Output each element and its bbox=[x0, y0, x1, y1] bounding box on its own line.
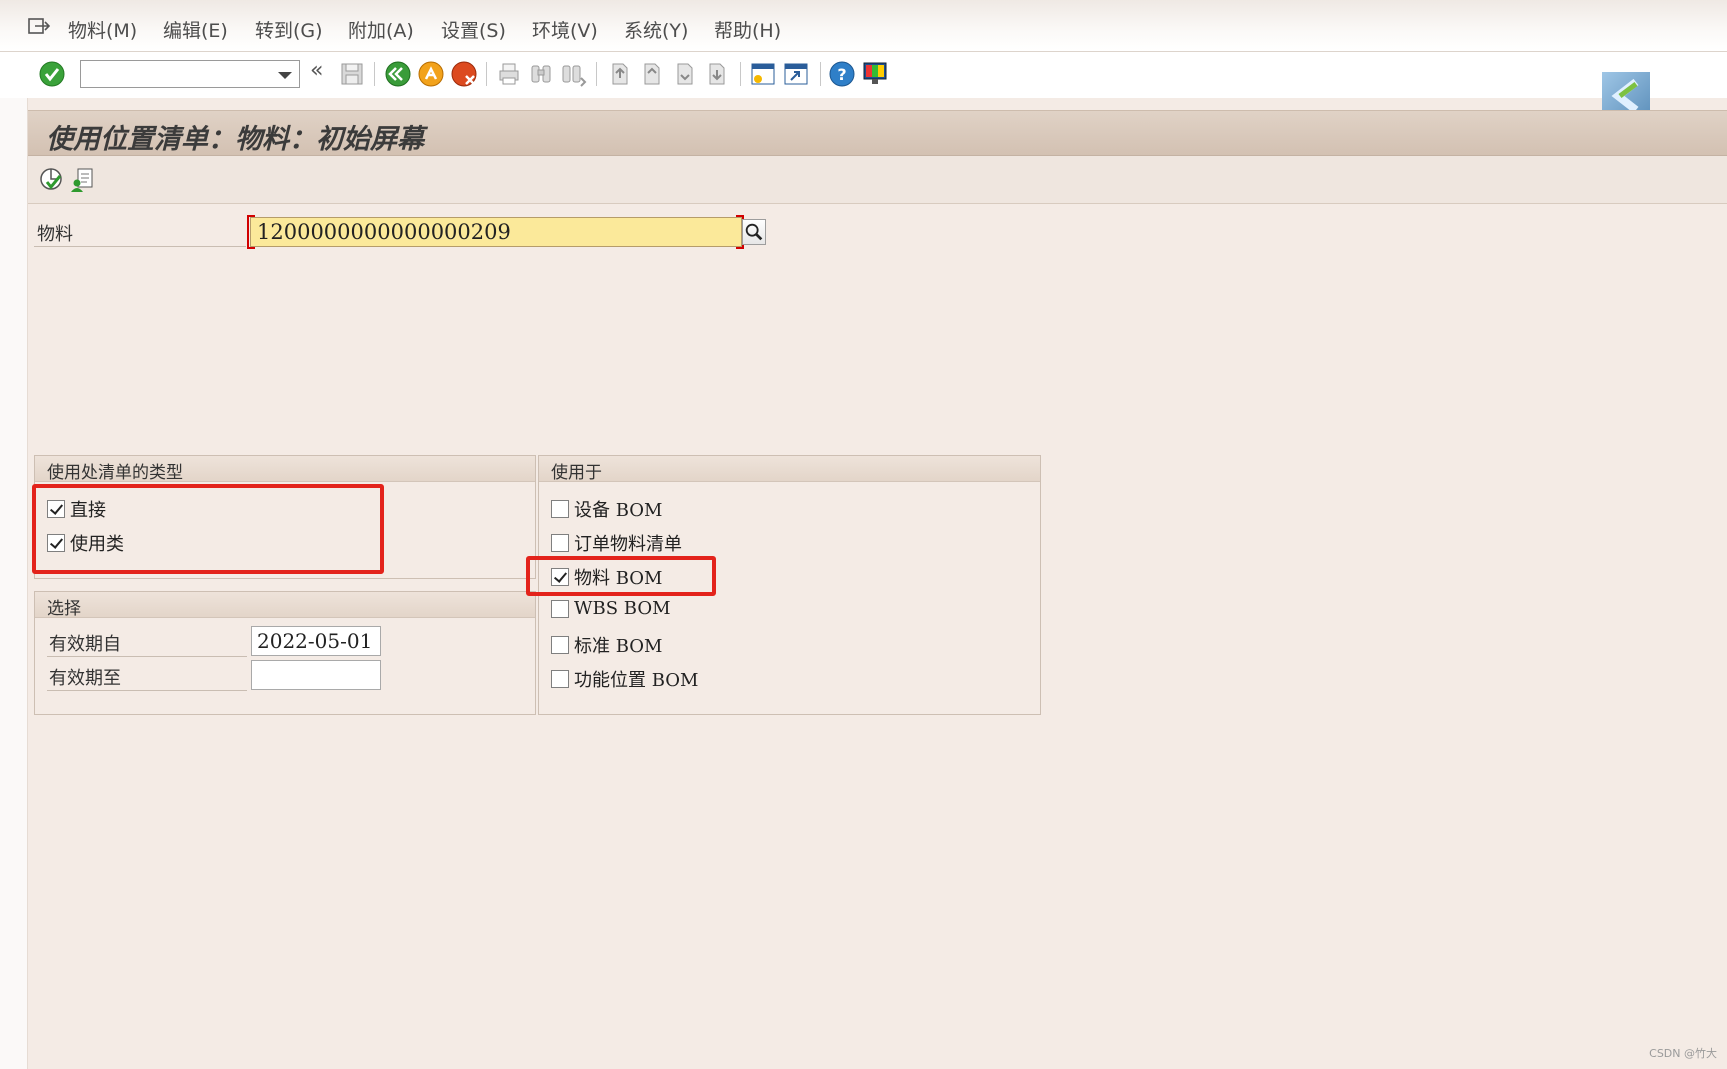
highlight-box bbox=[32, 484, 384, 574]
checkbox-order-bom[interactable]: 订单物料清单 bbox=[551, 530, 682, 556]
svg-text:?: ? bbox=[837, 65, 846, 84]
next-page-icon[interactable] bbox=[670, 60, 698, 88]
valid-to-label: 有效期至 bbox=[49, 668, 121, 689]
menu-goto[interactable]: 转到(G) bbox=[255, 16, 323, 43]
checkbox-label: WBS BOM bbox=[574, 598, 671, 619]
checkbox-label: 设备 BOM bbox=[574, 500, 663, 521]
checkbox-wbs-bom[interactable]: WBS BOM bbox=[551, 598, 671, 619]
last-page-icon[interactable] bbox=[702, 60, 730, 88]
checkbox-functional-location-bom[interactable]: 功能位置 BOM bbox=[551, 666, 698, 692]
command-field[interactable] bbox=[80, 60, 300, 88]
left-strip bbox=[0, 98, 28, 1069]
usage-type-header: 使用处清单的类型 bbox=[35, 456, 535, 483]
help-icon[interactable]: ? bbox=[828, 60, 856, 88]
menu-material[interactable]: 物料(M) bbox=[68, 16, 137, 43]
toolbar-separator bbox=[740, 62, 741, 86]
search-help-button[interactable] bbox=[742, 219, 766, 245]
toolbar-separator bbox=[596, 62, 597, 86]
checkbox[interactable] bbox=[551, 500, 569, 518]
back-icon[interactable] bbox=[384, 60, 412, 88]
checkbox[interactable] bbox=[551, 636, 569, 654]
label-underline bbox=[47, 656, 247, 657]
used-in-header: 使用于 bbox=[539, 456, 1040, 483]
checkbox[interactable] bbox=[551, 670, 569, 688]
label-underline bbox=[47, 690, 247, 691]
material-label: 物料 bbox=[37, 224, 73, 245]
toolbar-separator bbox=[374, 62, 375, 86]
chevron-down-icon[interactable] bbox=[274, 64, 296, 86]
exit-icon[interactable] bbox=[417, 60, 445, 88]
required-mark bbox=[247, 215, 255, 249]
toolbar-separator bbox=[486, 62, 487, 86]
material-input[interactable]: 1200000000000000209 bbox=[250, 217, 742, 247]
execute-icon[interactable] bbox=[38, 166, 66, 194]
checkbox-standard-bom[interactable]: 标准 BOM bbox=[551, 632, 662, 658]
checkbox-label: 订单物料清单 bbox=[574, 534, 682, 555]
menu-help[interactable]: 帮助(H) bbox=[714, 16, 781, 43]
selection-group: 选择 有效期自 2022-05-01 有效期至 bbox=[34, 591, 536, 715]
menu-extras[interactable]: 附加(A) bbox=[348, 16, 414, 43]
find-icon[interactable] bbox=[527, 60, 555, 88]
toolbar-separator bbox=[820, 62, 821, 86]
menu-exit-icon[interactable] bbox=[28, 18, 50, 34]
menu-bar: 物料(M) 编辑(E) 转到(G) 附加(A) 设置(S) 环境(V) 系统(Y… bbox=[0, 0, 1727, 52]
menu-settings[interactable]: 设置(S) bbox=[441, 16, 506, 43]
watermark: CSDN @竹大 bbox=[1649, 1047, 1717, 1060]
checkbox-label: 功能位置 BOM bbox=[574, 670, 699, 691]
prev-page-icon[interactable] bbox=[637, 60, 665, 88]
checkbox-equipment-bom[interactable]: 设备 BOM bbox=[551, 496, 662, 522]
checkbox-label: 标准 BOM bbox=[574, 636, 663, 657]
menu-edit[interactable]: 编辑(E) bbox=[163, 16, 228, 43]
collapse-icon[interactable]: « bbox=[310, 58, 323, 83]
checkbox[interactable] bbox=[551, 534, 569, 552]
valid-from-input[interactable]: 2022-05-01 bbox=[251, 626, 381, 656]
valid-to-input[interactable] bbox=[251, 660, 381, 690]
first-page-icon[interactable] bbox=[605, 60, 633, 88]
shortcut-icon[interactable] bbox=[782, 60, 810, 88]
cancel-icon[interactable] bbox=[450, 60, 478, 88]
valid-from-label: 有效期自 bbox=[49, 634, 121, 655]
title-bar: 使用位置清单：物料：初始屏幕 bbox=[28, 110, 1727, 156]
new-session-icon[interactable] bbox=[749, 60, 777, 88]
enter-icon[interactable] bbox=[38, 60, 66, 88]
standard-toolbar: « ? bbox=[0, 52, 1727, 98]
application-toolbar bbox=[28, 156, 1727, 204]
page-title: 使用位置清单：物料：初始屏幕 bbox=[46, 124, 424, 155]
menu-environment[interactable]: 环境(V) bbox=[532, 16, 598, 43]
print-icon[interactable] bbox=[495, 60, 523, 88]
highlight-box bbox=[526, 556, 716, 596]
selection-header: 选择 bbox=[35, 592, 535, 619]
save-icon[interactable] bbox=[338, 60, 366, 88]
search-icon bbox=[745, 223, 763, 241]
user-document-icon[interactable] bbox=[68, 166, 96, 194]
find-next-icon[interactable] bbox=[559, 60, 587, 88]
layout-icon[interactable] bbox=[861, 60, 889, 88]
menu-system[interactable]: 系统(Y) bbox=[624, 16, 688, 43]
checkbox[interactable] bbox=[551, 599, 569, 618]
label-underline bbox=[34, 246, 246, 247]
